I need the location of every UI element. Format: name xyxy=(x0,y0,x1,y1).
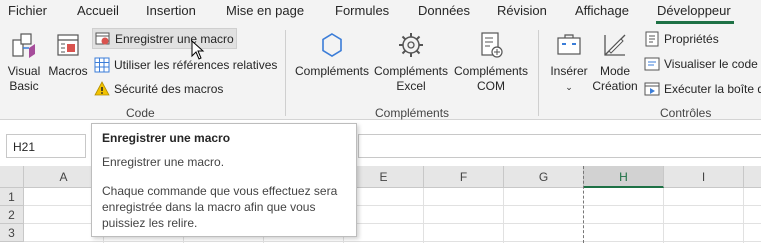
column-header-g[interactable]: G xyxy=(504,166,584,188)
tab-mise-en-page[interactable]: Mise en page xyxy=(226,3,304,18)
hexagon-icon xyxy=(322,33,342,57)
tab-accueil[interactable]: Accueil xyxy=(77,3,119,18)
group-separator xyxy=(538,30,539,116)
visual-basic-label-l1: Visual xyxy=(7,64,41,78)
mode-label-l2: Création xyxy=(592,79,638,93)
page-break-line xyxy=(583,166,584,243)
macros-icon xyxy=(57,34,79,56)
chevron-down-icon: ⌄ xyxy=(565,82,573,92)
grid-line xyxy=(743,188,744,243)
visual-basic-button[interactable]: Visual Basic xyxy=(4,30,44,94)
column-header-f[interactable]: F xyxy=(424,166,504,188)
com-addin-icon xyxy=(481,32,503,58)
complements-com-button[interactable]: Compléments COM xyxy=(452,30,530,94)
macros-label: Macros xyxy=(48,64,88,78)
proprietes-label: Propriétés xyxy=(664,31,719,46)
macro-security-label: Sécurité des macros xyxy=(114,81,224,96)
complements-excel-label-l1: Compléments xyxy=(373,64,449,78)
visualiser-code-button[interactable]: Visualiser le code xyxy=(644,53,758,74)
inserer-label: Insérer xyxy=(550,64,588,78)
executer-boite-button[interactable]: Exécuter la boîte de xyxy=(644,78,761,99)
proprietes-button[interactable]: Propriétés xyxy=(644,28,719,49)
group-label-code: Code xyxy=(126,106,155,120)
complements-label: Compléments xyxy=(294,64,370,78)
row-header-1[interactable]: 1 xyxy=(0,188,24,206)
tab-fichier[interactable]: Fichier xyxy=(8,3,47,18)
macro-security-button[interactable]: Sécurité des macros xyxy=(94,78,223,99)
formula-input[interactable] xyxy=(358,134,761,158)
complements-excel-label-l2: Excel xyxy=(396,79,426,93)
record-macro-label: Enregistrer une macro xyxy=(115,31,234,46)
complements-button[interactable]: Compléments xyxy=(293,30,371,79)
mouse-pointer-icon xyxy=(191,40,205,60)
record-macro-button[interactable]: Enregistrer une macro xyxy=(92,28,237,49)
tooltip-title: Enregistrer une macro xyxy=(102,131,231,145)
toolbox-icon xyxy=(557,34,581,55)
inserer-button[interactable]: Insérer ⌄ xyxy=(546,30,592,95)
tooltip-subtitle: Enregistrer une macro. xyxy=(102,155,225,169)
mode-label-l1: Mode xyxy=(599,64,631,78)
row-header-3[interactable]: 3 xyxy=(0,224,24,242)
tab-formules[interactable]: Formules xyxy=(335,3,389,18)
tab-affichage[interactable]: Affichage xyxy=(575,3,629,18)
relative-references-icon xyxy=(94,57,110,72)
select-all-corner[interactable] xyxy=(0,166,24,188)
view-code-icon xyxy=(644,57,660,70)
name-box-value: H21 xyxy=(13,140,36,154)
tab-developpeur[interactable]: Développeur xyxy=(657,3,731,18)
grid-line xyxy=(423,188,424,243)
design-mode-icon xyxy=(604,34,626,56)
properties-icon xyxy=(645,31,659,46)
complements-com-label-l1: Compléments xyxy=(453,64,529,78)
column-header-partial[interactable] xyxy=(744,166,761,188)
complements-com-label-l2: COM xyxy=(477,79,505,93)
grid-line xyxy=(503,188,504,243)
run-dialog-icon xyxy=(644,82,660,95)
row-header-2[interactable]: 2 xyxy=(0,206,24,224)
tab-revision[interactable]: Révision xyxy=(497,3,547,18)
tooltip-body: Chaque commande que vous effectuez sera … xyxy=(102,184,338,230)
visual-basic-icon xyxy=(12,33,35,58)
grid-line xyxy=(663,188,664,243)
relative-references-button[interactable]: Utiliser les références relatives xyxy=(94,54,277,75)
column-header-i[interactable]: I xyxy=(664,166,744,188)
tab-insertion[interactable]: Insertion xyxy=(146,3,196,18)
executer-label: Exécuter la boîte de xyxy=(664,81,761,96)
name-box[interactable]: H21 xyxy=(6,134,86,158)
visual-basic-label-l2: Basic xyxy=(9,79,39,93)
group-separator xyxy=(285,30,286,116)
record-macro-tooltip: Enregistrer une macro Enregistrer une ma… xyxy=(91,123,357,237)
ribbon-tabs: Fichier Accueil Insertion Mise en page F… xyxy=(0,0,761,24)
gear-icon xyxy=(399,33,423,57)
mode-creation-button[interactable]: Mode Création xyxy=(592,30,638,94)
group-label-controles: Contrôles xyxy=(660,106,712,120)
grid-line xyxy=(24,241,761,242)
visualiser-code-label: Visualiser le code xyxy=(664,56,758,71)
record-macro-icon xyxy=(95,32,110,44)
tab-donnees[interactable]: Données xyxy=(418,3,470,18)
column-header-h[interactable]: H xyxy=(584,166,664,188)
complements-excel-button[interactable]: Compléments Excel xyxy=(372,30,450,94)
group-label-complements: Compléments xyxy=(375,106,450,120)
ribbon-developpeur: Visual Basic Macros Enregistrer une macr… xyxy=(0,24,761,120)
macros-button[interactable]: Macros xyxy=(47,30,89,79)
warning-icon xyxy=(94,80,110,95)
